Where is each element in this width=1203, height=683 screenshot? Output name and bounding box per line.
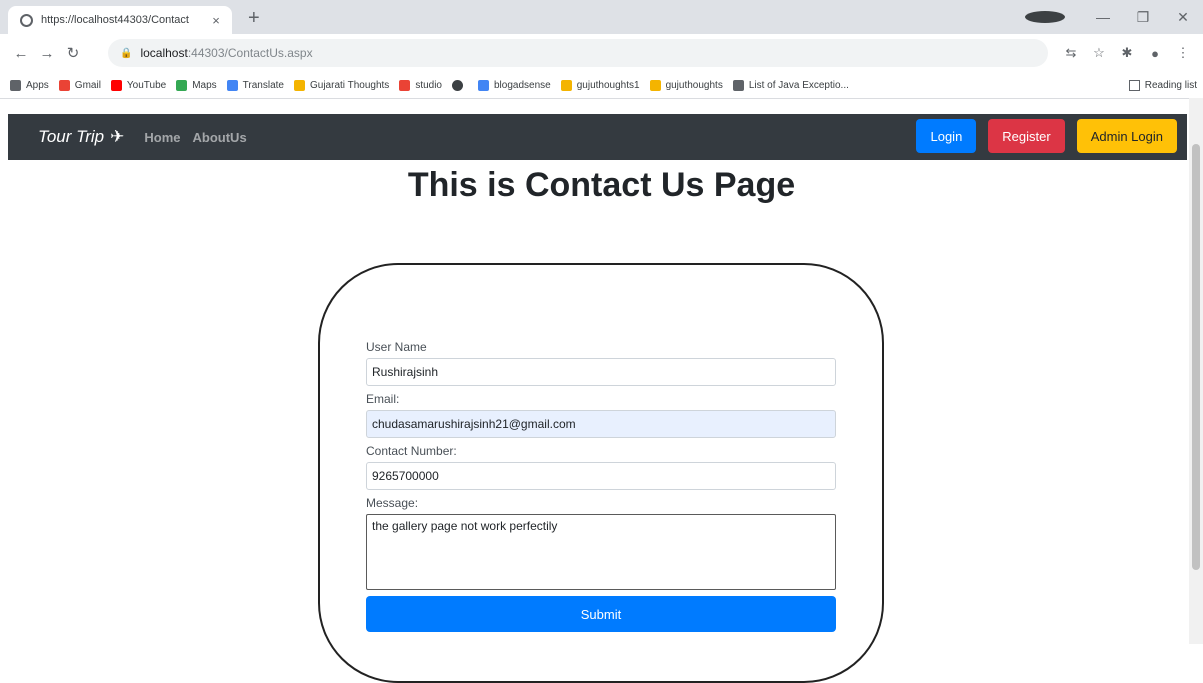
avatar[interactable]: ●: [1141, 46, 1169, 61]
scrollbar-thumb[interactable]: [1192, 144, 1200, 570]
url-path: :44303/ContactUs.aspx: [187, 46, 313, 60]
forward-icon[interactable]: →: [34, 45, 60, 62]
plane-icon: ✈: [110, 127, 125, 146]
close-window-icon[interactable]: ✕: [1163, 9, 1203, 26]
bookmark-globe[interactable]: [452, 79, 468, 91]
username-input[interactable]: Rushirajsinh: [366, 358, 836, 386]
globe-icon: [452, 79, 463, 91]
back-icon[interactable]: ←: [8, 45, 34, 62]
tab-title: https://localhost44303/Contact: [41, 14, 189, 26]
nav-home-link[interactable]: Home: [144, 130, 180, 145]
contact-form: User Name Rushirajsinh Email: chudasamar…: [366, 340, 836, 632]
window-controls: — ❐ ✕: [1025, 0, 1203, 34]
menu-kebab-icon[interactable]: ⋮: [1169, 45, 1197, 61]
browser-tab[interactable]: https://localhost44303/Contact ×: [8, 6, 232, 34]
apps-grid-icon: [10, 79, 21, 91]
page-title: This is Contact Us Page: [407, 166, 796, 204]
extension-icon[interactable]: [1025, 11, 1065, 23]
brand[interactable]: Tour Trip ✈: [38, 127, 124, 147]
reading-list-icon: [1128, 79, 1140, 91]
blogger-icon: [294, 79, 305, 91]
bookmark-studio[interactable]: studio: [399, 79, 442, 91]
bookmark-blogadsense[interactable]: blogadsense: [478, 79, 551, 91]
translate-icon[interactable]: ⇆: [1057, 45, 1085, 61]
admin-login-button[interactable]: Admin Login: [1076, 119, 1177, 153]
restore-icon[interactable]: ❐: [1123, 9, 1163, 26]
url-host: localhost: [140, 46, 188, 60]
brand-label: Tour Trip: [38, 127, 105, 146]
reading-list[interactable]: Reading list: [1120, 72, 1197, 98]
nav-actions: Login Register Admin Login: [904, 119, 1177, 153]
register-button[interactable]: Register: [988, 119, 1065, 153]
web-icon: [732, 79, 744, 91]
adsense-icon: [478, 79, 489, 91]
tab-strip: https://localhost44303/Contact × + — ❐ ✕: [0, 0, 1203, 34]
close-tab-icon[interactable]: ×: [208, 13, 224, 28]
gmail-icon: [58, 79, 70, 91]
address-bar[interactable]: 🔒 localhost:44303/ContactUs.aspx: [108, 39, 1048, 67]
maps-icon: [176, 79, 188, 91]
nav-aboutus-link[interactable]: AboutUs: [193, 130, 247, 145]
translate-icon: [226, 79, 238, 91]
bookmark-gujuthoughts[interactable]: gujuthoughts: [649, 79, 723, 91]
bookmark-gujuthoughts1[interactable]: gujuthoughts1: [560, 79, 640, 91]
bookmark-java-exceptions[interactable]: List of Java Exceptio...: [732, 79, 849, 91]
blogger-icon: [560, 79, 572, 91]
bookmark-translate[interactable]: Translate: [226, 79, 284, 91]
message-label: Message:: [366, 496, 419, 510]
email-label: Email:: [366, 392, 400, 406]
contact-number-label: Contact Number:: [366, 444, 457, 458]
blogger-icon: [649, 79, 661, 91]
bookmark-gujarati-thoughts[interactable]: Gujarati Thoughts: [294, 79, 389, 91]
browser-toolbar: ← → ↻ 🔒 localhost:44303/ContactUs.aspx ⇆…: [0, 34, 1203, 72]
bookmarks-bar: Apps Gmail YouTube Maps Translate Gujara…: [0, 72, 1203, 99]
minimize-icon[interactable]: —: [1083, 9, 1123, 25]
extensions-puzzle-icon[interactable]: ✱: [1113, 45, 1141, 61]
username-label: User Name: [366, 340, 427, 354]
youtube-icon: [399, 79, 411, 91]
login-button[interactable]: Login: [916, 119, 977, 153]
toolbar-actions: ⇆ ☆ ✱ ● ⋮: [1057, 34, 1197, 72]
bookmark-gmail[interactable]: Gmail: [58, 79, 101, 91]
globe-icon: [20, 13, 33, 27]
youtube-icon: [110, 79, 122, 91]
bookmark-youtube[interactable]: YouTube: [110, 79, 166, 91]
bookmark-maps[interactable]: Maps: [176, 79, 217, 91]
bookmark-apps[interactable]: Apps: [10, 79, 49, 91]
lock-icon: 🔒: [120, 47, 133, 59]
contact-number-input[interactable]: 9265700000: [366, 462, 836, 490]
new-tab-button[interactable]: +: [248, 8, 260, 28]
bookmark-star-icon[interactable]: ☆: [1085, 45, 1113, 61]
site-navbar: Tour Trip ✈ Home AboutUs Login Register …: [8, 114, 1187, 160]
reload-icon[interactable]: ↻: [60, 44, 86, 62]
submit-button[interactable]: Submit: [366, 596, 836, 632]
email-input[interactable]: chudasamarushirajsinh21@gmail.com: [366, 410, 836, 438]
message-textarea[interactable]: the gallery page not work perfectily: [366, 514, 836, 590]
